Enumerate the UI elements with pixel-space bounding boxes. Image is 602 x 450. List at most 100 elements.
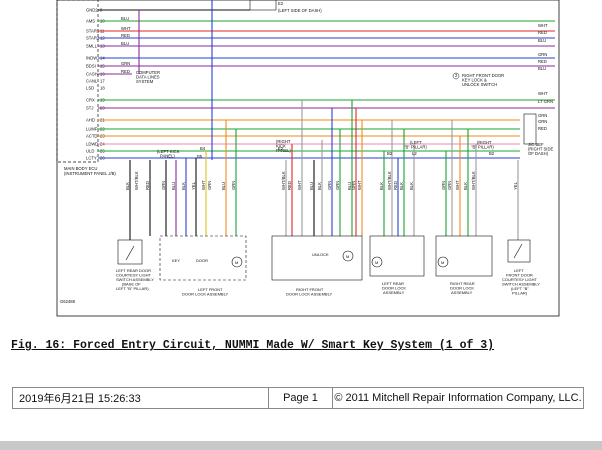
right-wire-color-10: RED	[538, 126, 547, 131]
right-front-unlock-detection: UNLOCK	[312, 252, 329, 257]
left-front-courtesy-switch	[507, 239, 531, 263]
conn-label-7: CASH	[86, 72, 98, 77]
conn-label-6: BDSI	[86, 64, 96, 69]
junction-note: J/C BEF (RIGHT SIDE OF DASH)	[528, 142, 553, 156]
v-wire-label-4: BLU	[171, 182, 176, 190]
v-wire-label-9: BLU	[221, 182, 226, 190]
v-wire-label-12: RED	[287, 181, 292, 190]
footer-copyright: © 2011 Mitchell Repair Information Compa…	[334, 392, 582, 404]
v-wire-label-14: BLU	[309, 182, 314, 190]
conn-color-1: BLU	[121, 16, 129, 21]
conn-label-9: LSD	[86, 86, 94, 91]
right-front-door-lock-label: RIGHT FRONT DOOR LOCK ASSEMBLY	[286, 287, 332, 297]
right-wire-color-3: GRN	[538, 52, 547, 57]
v-wire-label-31: YEL	[513, 181, 518, 190]
conn-code-5: B2	[489, 151, 495, 156]
v-wire-label-6: YEL	[191, 181, 196, 190]
conn-label-16: ULD	[86, 149, 94, 154]
top-connector	[249, 0, 277, 11]
v-wire-label-3: GRN	[161, 181, 166, 190]
key-unlock-label: KEY	[172, 258, 180, 263]
left-front-door-lock-label: LEFT FRONT DOOR LOCK ASSEMBLY	[182, 287, 228, 297]
kick-panel-right: (RIGHT KICK PANEL)	[276, 139, 291, 153]
conn-label-8: CANL	[86, 79, 98, 84]
figure-caption: Fig. 16: Forced Entry Circuit, NUMMI Mad…	[11, 339, 495, 352]
kick-panel-left: (LEFT KICK PANEL)	[157, 149, 180, 159]
v-wire-label-0: BLK	[125, 182, 130, 190]
right-wire-color-6: WHT	[538, 91, 548, 96]
right-wire-color-2: BLU	[538, 38, 546, 43]
v-wire-label-19: GRN	[351, 181, 356, 190]
left-front-courtesy-switch-label: LEFT FRONT DOOR COURTESY LIGHT SWITCH ASSEM…	[502, 268, 540, 296]
v-wire-label-26: GRN	[441, 181, 446, 190]
junction-connector	[523, 113, 537, 145]
right-wire-color-9: GRN	[538, 119, 547, 124]
bottom-scrollbar[interactable]	[0, 441, 602, 450]
conn-label-5: INDW	[86, 56, 97, 61]
v-wire-label-5: BLK	[181, 182, 186, 190]
right-rear-door-lock-label: RIGHT REAR DOOR LOCK ASSEMBLY	[450, 281, 475, 295]
v-wire-label-10: GRN	[231, 181, 236, 190]
left-rear-courtesy-switch-contact	[125, 245, 135, 261]
conn-label-15: LDWD	[86, 142, 98, 147]
left-rear-motor-m: M	[375, 260, 378, 265]
v-wire-label-20: WHT	[357, 180, 362, 190]
main-body-ecu-label: MAIN BODY ECU (INSTRUMENT PANEL J/B)	[64, 166, 116, 176]
diagram-id: G62488	[60, 299, 76, 304]
conn-color-4: BLU	[121, 41, 129, 46]
v-wire-label-7: WHT	[201, 180, 206, 190]
pillar-right: (RIGHT "B" PILLAR)	[471, 140, 494, 150]
wiring-diagram: G62488 GND29AMS10BLUSTAR111WHTSTAR212RED…	[56, 0, 560, 317]
conn-color-6: GRN	[121, 61, 130, 66]
conn-pin-8: 17	[100, 79, 105, 84]
right-rear-door-lock-box	[435, 235, 493, 277]
conn-pin-9: 18	[100, 86, 105, 91]
v-wire-label-15: BLK	[317, 182, 322, 190]
v-wire-label-25: BLK	[409, 182, 414, 190]
conn-label-4: SMLL	[86, 44, 98, 49]
door-lock-label: DOOR	[196, 258, 208, 263]
v-wire-label-17: GRN	[335, 181, 340, 190]
left-rear-door-lock-label: LEFT REAR DOOR LOCK ASSEMBLY	[382, 281, 406, 295]
right-wire-color-7: LT GRN	[538, 99, 553, 104]
v-wire-label-23: RED	[393, 181, 398, 190]
conn-code-3: B2	[387, 151, 393, 156]
right-wire-color-4: RED	[538, 59, 547, 64]
left-rear-courtesy-switch	[117, 239, 143, 265]
top-connector-code: E2	[278, 1, 284, 6]
footer-date: 2019年6月21日 15:26:33	[13, 388, 269, 408]
conn-label-3: STAR2	[86, 36, 100, 41]
v-wire-label-13: WHT	[297, 180, 302, 190]
v-wire-label-2: RED	[145, 181, 150, 190]
conn-label-10: CRX	[86, 98, 95, 103]
v-wire-label-29: BLK	[463, 182, 468, 190]
switch-note: RIGHT FRONT DOOR KEY LOCK & UNLOCK SWITCH	[462, 73, 504, 87]
conn-label-11: STJ	[86, 106, 93, 111]
conn-color-2: WHT	[121, 26, 131, 31]
conn-code-4: L2	[412, 151, 417, 156]
left-front-motor-m: M	[235, 260, 238, 265]
left-front-courtesy-switch-contact	[513, 243, 523, 259]
v-wire-label-21: BLK	[379, 182, 384, 190]
conn-code-0: B4	[200, 146, 206, 151]
v-wire-label-22: WHT/BLK	[387, 171, 392, 190]
conn-color-3: RED	[121, 33, 130, 38]
left-rear-door-lock-box	[369, 235, 425, 277]
v-wire-label-30: WHT/BLK	[471, 171, 476, 190]
right-wire-color-1: RED	[538, 30, 547, 35]
main-body-ecu-label-line2: (INSTRUMENT PANEL J/B)	[64, 171, 116, 176]
right-front-motor-m: M	[346, 254, 349, 259]
switch-note-num: 2	[455, 73, 458, 78]
right-wire-color-5: BLU	[538, 66, 546, 71]
print-footer: 2019年6月21日 15:26:33 Page 1 © 2011 Mitche…	[12, 387, 584, 409]
conn-color-7: RED	[121, 69, 130, 74]
v-wire-label-28: WHT	[455, 180, 460, 190]
right-wire-color-8: GRN	[538, 113, 547, 118]
conn-label-0: GND2	[86, 8, 98, 13]
footer-page: Page 1	[269, 388, 333, 408]
components: LEFT REAR DOOR COURTESY LIGHT SWITCH ASSEM…	[116, 235, 540, 297]
conn-label-14: ACTD	[86, 134, 97, 139]
conn-label-2: STAR1	[86, 29, 100, 34]
top-note: (LEFT SIDE OF DASH)	[278, 8, 322, 13]
left-rear-courtesy-switch-label: LEFT REAR DOOR COURTESY LIGHT SWITCH ASSEM…	[116, 268, 154, 291]
